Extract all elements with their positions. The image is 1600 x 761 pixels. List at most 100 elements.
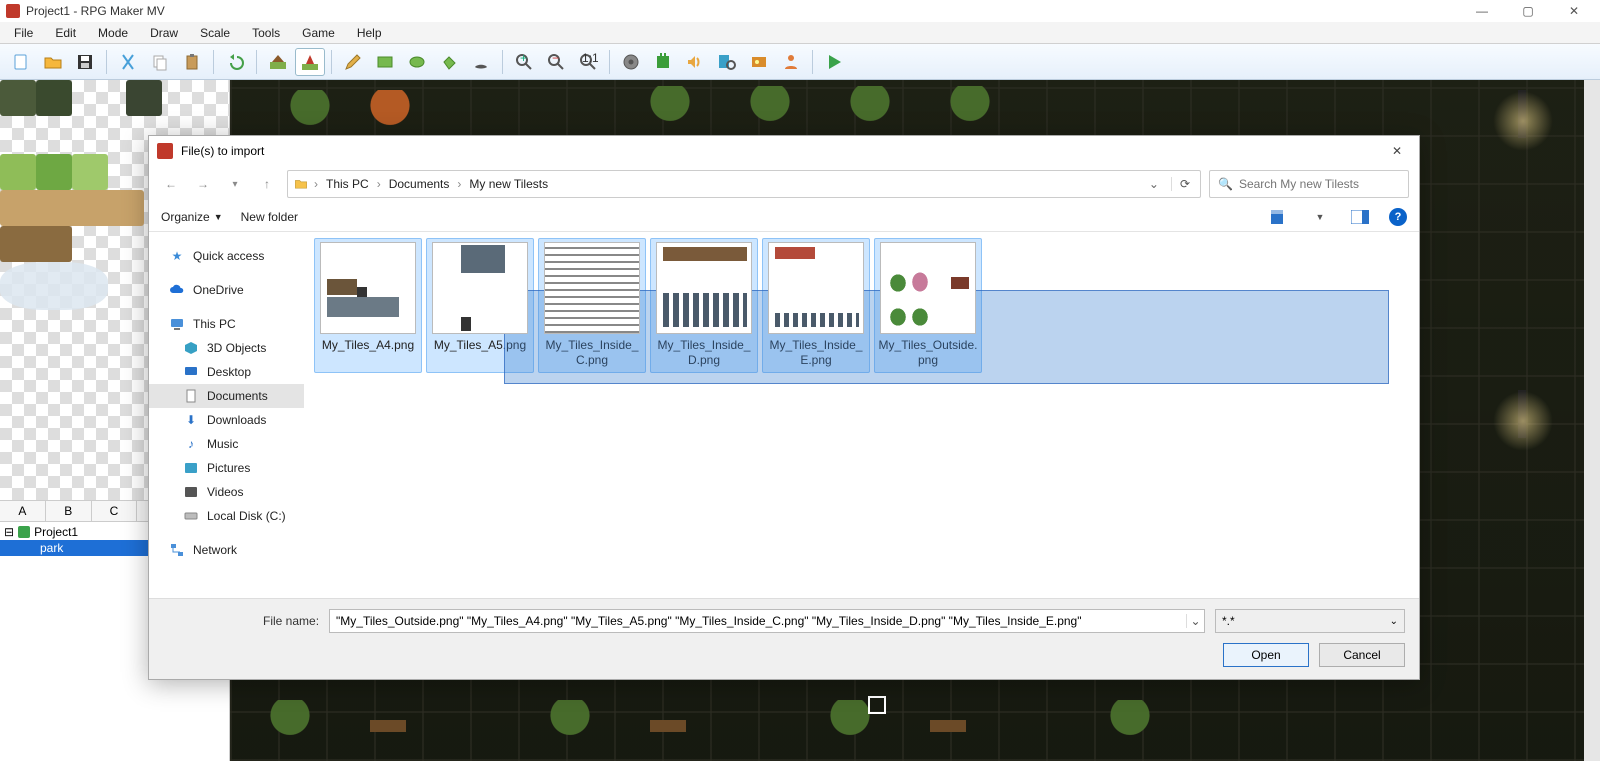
tb-plugin-icon[interactable] bbox=[648, 48, 678, 76]
refresh-icon[interactable]: ⟳ bbox=[1171, 177, 1194, 191]
download-icon: ⬇ bbox=[183, 412, 199, 428]
search-box[interactable]: 🔍 bbox=[1209, 170, 1409, 198]
sidebar-thispc[interactable]: This PC bbox=[149, 312, 304, 336]
menu-mode[interactable]: Mode bbox=[88, 24, 138, 42]
dialog-footer: File name: ⌄ *.* ⌄ Open Cancel bbox=[149, 598, 1419, 679]
network-icon bbox=[169, 542, 185, 558]
menu-tools[interactable]: Tools bbox=[242, 24, 290, 42]
folder-icon bbox=[294, 177, 308, 191]
crumb-folder[interactable]: My new Tilests bbox=[467, 177, 550, 191]
filetype-filter[interactable]: *.* ⌄ bbox=[1215, 609, 1405, 633]
file-label: My_Tiles_A4.png bbox=[322, 338, 414, 370]
sidebar-3dobjects[interactable]: 3D Objects bbox=[149, 336, 304, 360]
chevron-down-icon: ⌄ bbox=[1390, 616, 1398, 627]
app-menubar: File Edit Mode Draw Scale Tools Game Hel… bbox=[0, 22, 1600, 44]
search-icon: 🔍 bbox=[1218, 177, 1233, 191]
tb-undo-icon[interactable] bbox=[220, 48, 250, 76]
tb-open-icon[interactable] bbox=[38, 48, 68, 76]
dialog-titlebar: File(s) to import ✕ bbox=[149, 136, 1419, 166]
filename-field[interactable]: ⌄ bbox=[329, 609, 1205, 633]
tb-pencil-icon[interactable] bbox=[338, 48, 368, 76]
star-icon: ★ bbox=[169, 248, 185, 264]
tb-sound-icon[interactable] bbox=[680, 48, 710, 76]
crumb-documents[interactable]: Documents bbox=[387, 177, 452, 191]
sidebar-videos[interactable]: Videos bbox=[149, 480, 304, 504]
tb-ellipse-icon[interactable] bbox=[402, 48, 432, 76]
file-item[interactable]: My_Tiles_A4.png bbox=[314, 238, 422, 373]
window-minimize[interactable]: — bbox=[1462, 0, 1502, 22]
file-thumb bbox=[880, 242, 976, 334]
tb-rect-icon[interactable] bbox=[370, 48, 400, 76]
menu-file[interactable]: File bbox=[4, 24, 43, 42]
tb-database-icon[interactable] bbox=[616, 48, 646, 76]
sidebar-pictures[interactable]: Pictures bbox=[149, 456, 304, 480]
sidebar-music[interactable]: ♪Music bbox=[149, 432, 304, 456]
menu-edit[interactable]: Edit bbox=[45, 24, 86, 42]
tb-resource-icon[interactable] bbox=[744, 48, 774, 76]
tb-map-mode-icon[interactable] bbox=[263, 48, 293, 76]
filename-dropdown-icon[interactable]: ⌄ bbox=[1186, 614, 1204, 628]
tb-zoom-out-icon[interactable]: − bbox=[541, 48, 571, 76]
dialog-icon bbox=[157, 143, 173, 159]
nav-recent-icon[interactable]: ▾ bbox=[223, 172, 247, 196]
address-dropdown-icon[interactable]: ⌄ bbox=[1145, 177, 1163, 191]
sidebar-network[interactable]: Network bbox=[149, 538, 304, 562]
chevron-right-icon[interactable]: › bbox=[312, 177, 320, 191]
tb-zoom-in-icon[interactable]: + bbox=[509, 48, 539, 76]
menu-game[interactable]: Game bbox=[292, 24, 345, 42]
layer-tab-b[interactable]: B bbox=[46, 501, 92, 521]
view-mode-dropdown-icon[interactable]: ▼ bbox=[1309, 206, 1331, 228]
preview-pane-icon[interactable] bbox=[1349, 206, 1371, 228]
tb-paste-icon[interactable] bbox=[177, 48, 207, 76]
nav-forward-icon[interactable]: → bbox=[191, 172, 215, 196]
tb-save-icon[interactable] bbox=[70, 48, 100, 76]
menu-help[interactable]: Help bbox=[347, 24, 392, 42]
filename-input[interactable] bbox=[330, 614, 1186, 628]
tb-playtest-icon[interactable] bbox=[819, 48, 849, 76]
dialog-sidebar: ★ Quick access OneDrive This PC 3D Objec… bbox=[149, 232, 304, 598]
cancel-button[interactable]: Cancel bbox=[1319, 643, 1405, 667]
menu-scale[interactable]: Scale bbox=[190, 24, 240, 42]
sidebar-quickaccess[interactable]: ★ Quick access bbox=[149, 244, 304, 268]
organize-button[interactable]: Organize▼ bbox=[161, 210, 223, 224]
dialog-toolbar: Organize▼ New folder ▼ ? bbox=[149, 202, 1419, 232]
file-list[interactable]: My_Tiles_A4.png My_Tiles_A5.png My_Tiles… bbox=[304, 232, 1419, 598]
tb-eventsearch-icon[interactable] bbox=[712, 48, 742, 76]
sidebar-desktop[interactable]: Desktop bbox=[149, 360, 304, 384]
tb-copy-icon[interactable] bbox=[145, 48, 175, 76]
chevron-right-icon[interactable]: › bbox=[455, 177, 463, 191]
address-bar[interactable]: › This PC › Documents › My new Tilests ⌄… bbox=[287, 170, 1201, 198]
tb-zoom-actual-icon[interactable]: 1:1 bbox=[573, 48, 603, 76]
newfolder-button[interactable]: New folder bbox=[241, 210, 298, 224]
file-dialog: File(s) to import ✕ ← → ▾ ↑ › This PC › … bbox=[148, 135, 1420, 680]
tb-fill-icon[interactable] bbox=[434, 48, 464, 76]
sidebar-documents[interactable]: Documents bbox=[149, 384, 304, 408]
dialog-title: File(s) to import bbox=[181, 144, 264, 158]
nav-back-icon[interactable]: ← bbox=[159, 172, 183, 196]
layer-tab-a[interactable]: A bbox=[0, 501, 46, 521]
menu-draw[interactable]: Draw bbox=[140, 24, 188, 42]
tb-shadow-icon[interactable] bbox=[466, 48, 496, 76]
sidebar-onedrive[interactable]: OneDrive bbox=[149, 278, 304, 302]
layer-tab-c[interactable]: C bbox=[92, 501, 138, 521]
dialog-close-button[interactable]: ✕ bbox=[1383, 141, 1411, 161]
tb-new-icon[interactable] bbox=[6, 48, 36, 76]
sidebar-localdisk[interactable]: Local Disk (C:) bbox=[149, 504, 304, 528]
crumb-thispc[interactable]: This PC bbox=[324, 177, 371, 191]
tb-cut-icon[interactable] bbox=[113, 48, 143, 76]
help-icon[interactable]: ? bbox=[1389, 208, 1407, 226]
app-titlebar: Project1 - RPG Maker MV — ▢ ✕ bbox=[0, 0, 1600, 22]
pc-icon bbox=[169, 316, 185, 332]
nav-up-icon[interactable]: ↑ bbox=[255, 172, 279, 196]
tb-event-mode-icon[interactable] bbox=[295, 48, 325, 76]
chevron-right-icon[interactable]: › bbox=[375, 177, 383, 191]
search-input[interactable] bbox=[1239, 177, 1400, 191]
file-thumb bbox=[432, 242, 528, 334]
open-button[interactable]: Open bbox=[1223, 643, 1309, 667]
canvas-scrollbar[interactable] bbox=[1584, 80, 1600, 761]
window-maximize[interactable]: ▢ bbox=[1508, 0, 1548, 22]
sidebar-downloads[interactable]: ⬇Downloads bbox=[149, 408, 304, 432]
view-mode-icon[interactable] bbox=[1269, 206, 1291, 228]
tb-chargen-icon[interactable] bbox=[776, 48, 806, 76]
window-close[interactable]: ✕ bbox=[1554, 0, 1594, 22]
